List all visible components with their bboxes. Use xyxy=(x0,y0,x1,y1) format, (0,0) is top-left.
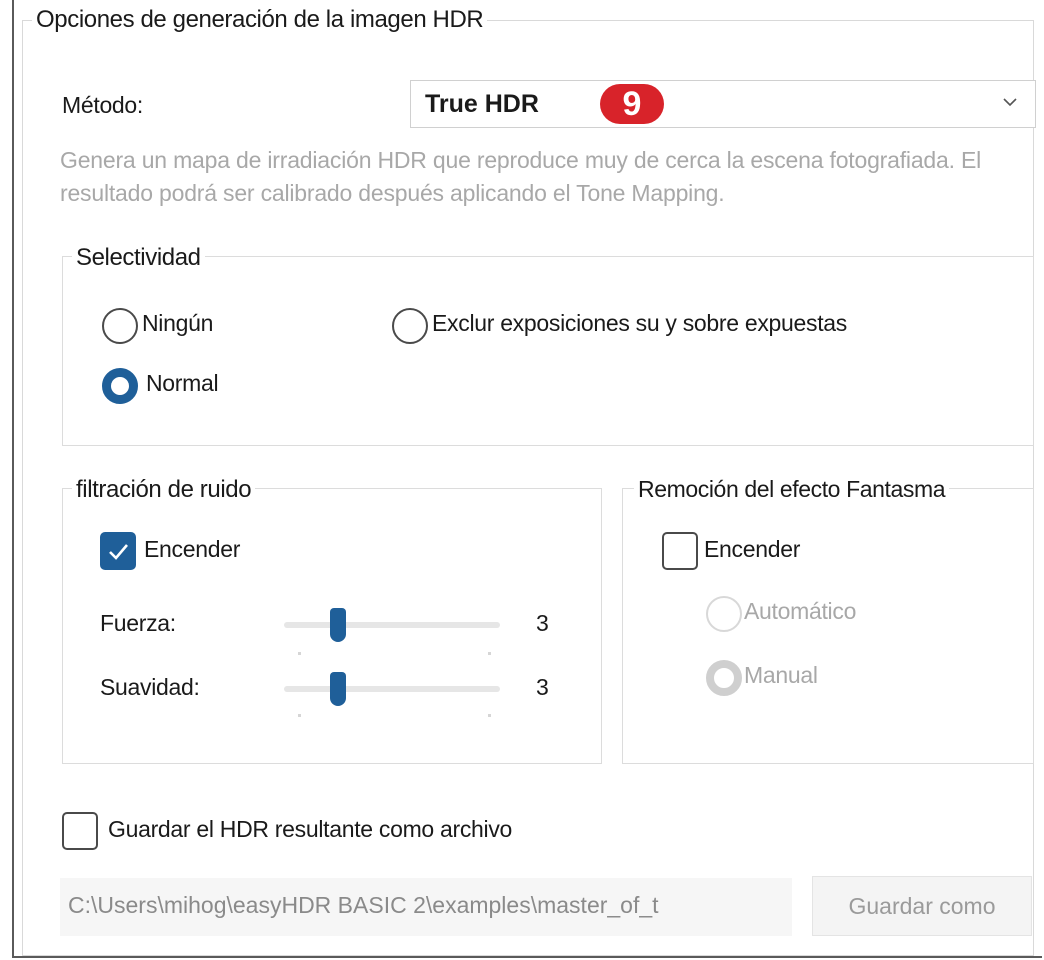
selectivity-group xyxy=(62,256,1034,446)
radio-circle-disabled-selected[interactable] xyxy=(706,660,742,696)
radio-automatic-label: Automático xyxy=(744,598,857,624)
step-number-badge: 9 xyxy=(598,80,666,128)
slider-tick xyxy=(488,714,491,717)
smoothness-label: Suavidad: xyxy=(100,674,200,700)
method-value: True HDR xyxy=(425,90,539,118)
checkbox-box[interactable] xyxy=(662,532,698,570)
smoothness-slider-thumb[interactable] xyxy=(330,672,346,706)
radio-normal-label: Normal xyxy=(146,370,219,396)
save-as-button[interactable]: Guardar como xyxy=(812,876,1032,936)
ghost-removal-title: Remoción del efecto Fantasma xyxy=(634,476,950,503)
selectivity-title: Selectividad xyxy=(72,244,205,272)
noise-filter-title: filtración de ruido xyxy=(72,476,256,504)
ghost-removal-group xyxy=(622,488,1034,764)
smoothness-slider-track[interactable] xyxy=(284,686,500,692)
method-dropdown[interactable]: True HDR xyxy=(410,80,1036,128)
checkbox-box[interactable] xyxy=(62,812,98,850)
radio-ningun-label: Ningún xyxy=(142,310,214,336)
chevron-down-icon xyxy=(1003,98,1017,107)
radio-manual-label: Manual xyxy=(744,662,818,688)
strength-slider-thumb[interactable] xyxy=(330,608,346,642)
radio-circle-selected[interactable] xyxy=(102,368,138,404)
smoothness-value: 3 xyxy=(536,674,549,700)
slider-tick xyxy=(488,652,491,655)
method-description: Genera un mapa de irradiación HDR que re… xyxy=(60,147,982,206)
strength-value: 3 xyxy=(536,610,549,636)
step-badge-number: 9 xyxy=(622,84,642,123)
slider-tick xyxy=(298,714,301,717)
radio-circle[interactable] xyxy=(392,308,428,344)
strength-label: Fuerza: xyxy=(100,610,176,636)
save-hdr-label: Guardar el HDR resultante como archivo xyxy=(108,816,513,842)
output-path-field[interactable]: C:\Users\mihog\easyHDR BASIC 2\examples\… xyxy=(60,878,792,936)
strength-slider-track[interactable] xyxy=(284,622,500,628)
panel-title: Opciones de generación de la imagen HDR xyxy=(32,6,488,34)
ghost-enable-label: Encender xyxy=(704,536,801,562)
checkmark-icon xyxy=(109,544,128,560)
radio-circle[interactable] xyxy=(102,308,138,344)
noise-enable-label: Encender xyxy=(144,536,241,562)
slider-tick xyxy=(298,652,301,655)
method-label: Método: xyxy=(62,92,144,118)
checkbox-box[interactable] xyxy=(100,532,136,570)
output-path-text: C:\Users\mihog\easyHDR BASIC 2\examples\… xyxy=(68,892,659,918)
radio-exclude-label: Exclur exposiciones su y sobre expuestas xyxy=(432,310,847,336)
radio-circle-disabled[interactable] xyxy=(706,596,742,632)
